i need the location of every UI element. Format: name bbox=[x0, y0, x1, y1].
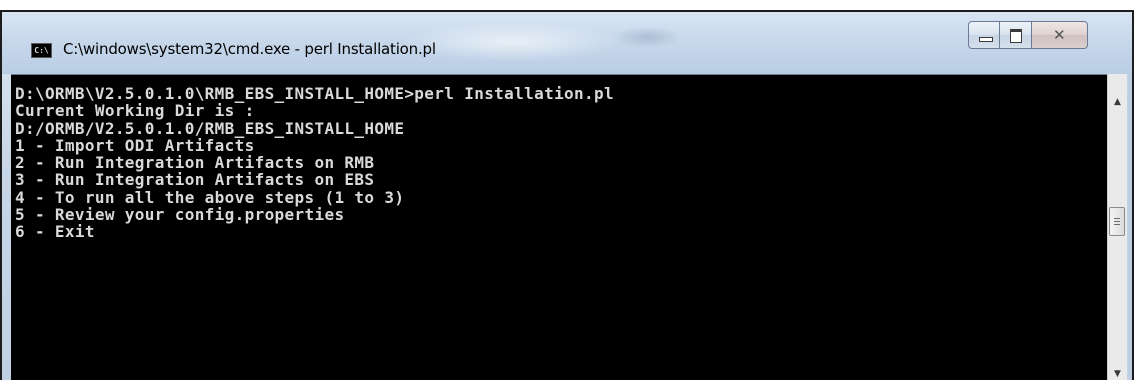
console-line: 3 - Run Integration Artifacts on EBS bbox=[15, 170, 375, 190]
scroll-up-icon[interactable]: ▲ bbox=[1108, 92, 1127, 112]
maximize-button[interactable] bbox=[1000, 21, 1032, 49]
maximize-icon bbox=[1010, 29, 1022, 43]
console-line: 2 - Run Integration Artifacts on RMB bbox=[15, 153, 375, 173]
page: C:\ C:\windows\system32\cmd.exe - perl I… bbox=[0, 0, 1136, 380]
vertical-scrollbar[interactable]: ▲ ▼ bbox=[1107, 74, 1127, 380]
window-controls: ✕ bbox=[968, 21, 1088, 49]
console-line: 4 - To run all the above steps (1 to 3) bbox=[15, 187, 405, 207]
cmd-window: C:\ C:\windows\system32\cmd.exe - perl I… bbox=[0, 10, 1134, 380]
minimize-icon bbox=[979, 37, 993, 42]
close-icon: ✕ bbox=[1053, 26, 1066, 44]
console-line: 1 - Import ODI Artifacts bbox=[15, 135, 255, 155]
scroll-down-icon[interactable]: ▼ bbox=[1108, 364, 1127, 380]
console-output[interactable]: D:\ORMB\V2.5.0.1.0\RMB_EBS_INSTALL_HOME>… bbox=[11, 74, 1107, 380]
console-line: D:/ORMB/V2.5.0.1.0/RMB_EBS_INSTALL_HOME bbox=[15, 118, 405, 138]
console-line: Current Working Dir is : bbox=[15, 101, 255, 121]
scroll-thumb[interactable] bbox=[1109, 207, 1125, 236]
console-line: 6 - Exit bbox=[15, 222, 95, 242]
console-line: 5 - Review your config.properties bbox=[15, 205, 345, 225]
cmd-app-icon[interactable]: C:\ bbox=[31, 43, 52, 58]
window-title: C:\windows\system32\cmd.exe - perl Insta… bbox=[63, 40, 436, 58]
close-button[interactable]: ✕ bbox=[1032, 21, 1088, 49]
console-line: D:\ORMB\V2.5.0.1.0\RMB_EBS_INSTALL_HOME>… bbox=[15, 84, 614, 103]
minimize-button[interactable] bbox=[968, 21, 1000, 49]
title-bar[interactable]: C:\ C:\windows\system32\cmd.exe - perl I… bbox=[2, 12, 1132, 74]
window-frame-right bbox=[1127, 74, 1132, 380]
